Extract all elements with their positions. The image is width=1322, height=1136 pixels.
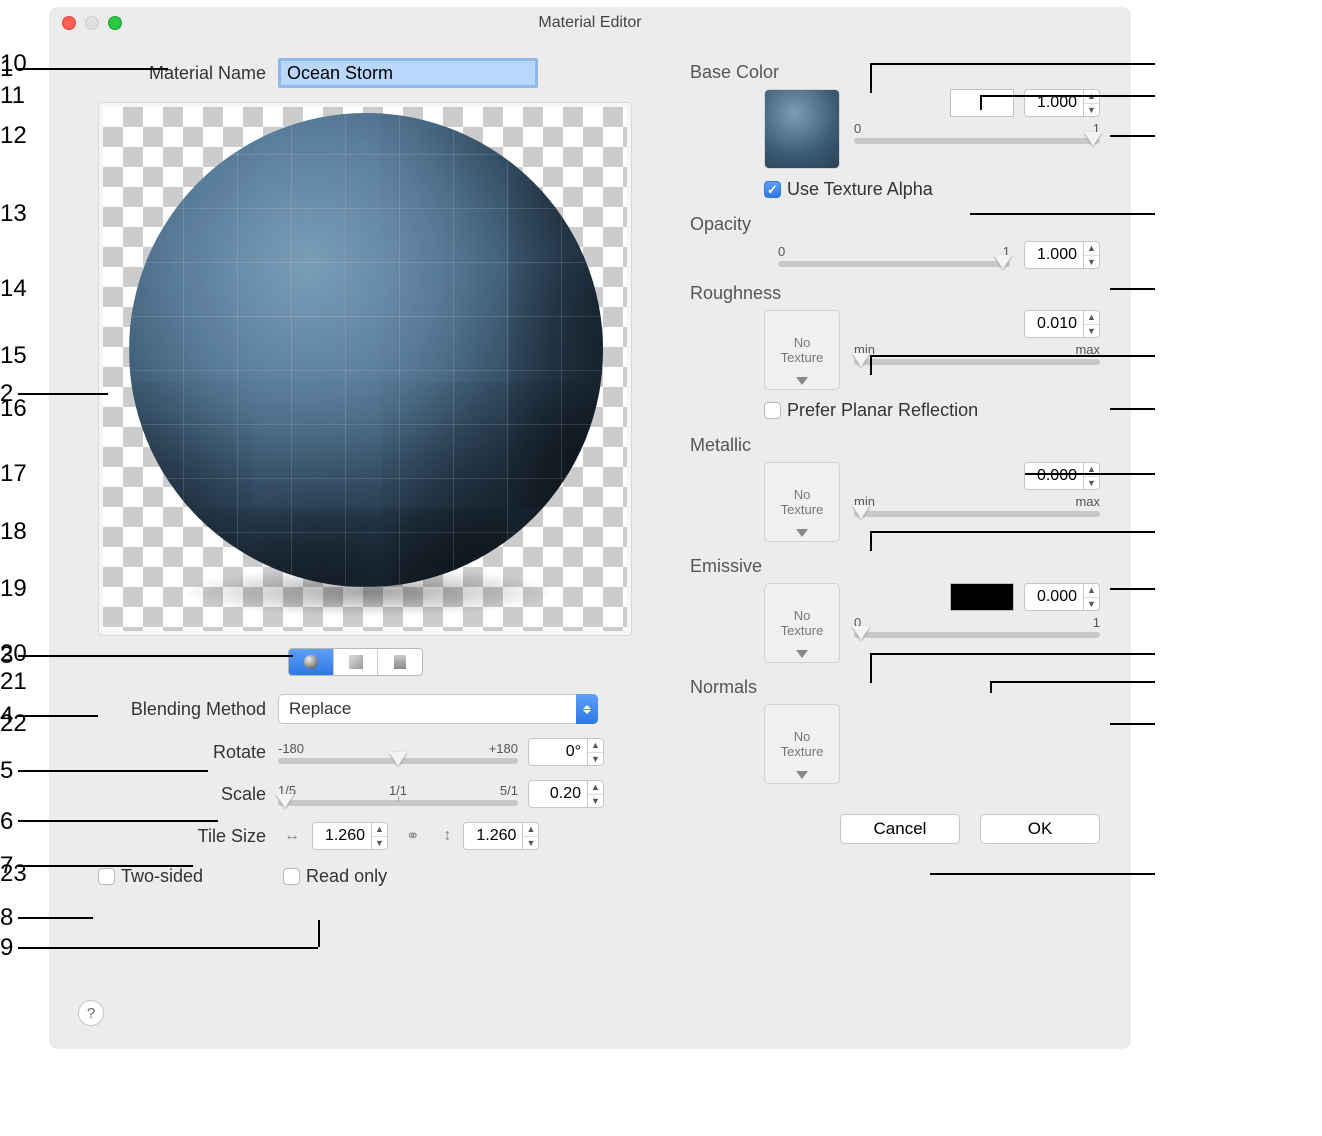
callout-9: 9 bbox=[0, 934, 13, 962]
left-panel: Material Name Blending Method Replace Ro… bbox=[78, 58, 638, 901]
tile-y-stepper[interactable]: ▲▼ bbox=[523, 822, 539, 850]
sphere-icon bbox=[304, 655, 318, 669]
roughness-label: Roughness bbox=[690, 283, 1100, 304]
callout-16: 16 bbox=[0, 395, 27, 423]
emissive-value-field[interactable]: ▲▼ bbox=[1024, 583, 1100, 611]
titlebar: Material Editor bbox=[50, 8, 1130, 38]
chevron-updown-icon bbox=[576, 694, 598, 724]
chevron-down-icon bbox=[796, 650, 808, 658]
scale-slider[interactable]: 1/51/15/1 bbox=[278, 783, 518, 806]
rotate-field[interactable]: ▲▼ bbox=[528, 738, 604, 766]
metallic-label: Metallic bbox=[690, 435, 1100, 456]
callout-17: 17 bbox=[0, 460, 27, 488]
cylinder-icon bbox=[394, 655, 406, 669]
material-name-input[interactable] bbox=[278, 58, 538, 88]
emissive-slider[interactable]: 01 bbox=[854, 615, 1100, 638]
two-sided-checkbox[interactable] bbox=[98, 868, 115, 885]
normals-texture[interactable]: NoTexture bbox=[764, 704, 840, 784]
callout-5: 5 bbox=[0, 757, 13, 785]
rotate-slider[interactable]: -180+180 bbox=[278, 741, 518, 764]
callout-10: 10 bbox=[0, 50, 27, 78]
callout-21: 21 bbox=[0, 668, 27, 696]
callout-18: 18 bbox=[0, 518, 27, 546]
tile-label: Tile Size bbox=[78, 826, 278, 847]
material-editor-window: Material Editor Material Name Blending M… bbox=[50, 8, 1130, 1048]
window-title: Material Editor bbox=[538, 14, 641, 31]
scale-stepper[interactable]: ▲▼ bbox=[588, 780, 604, 808]
traffic-lights bbox=[62, 16, 122, 30]
prefer-planar-label: Prefer Planar Reflection bbox=[787, 400, 978, 421]
preview-sphere bbox=[129, 113, 603, 587]
callout-6: 6 bbox=[0, 808, 13, 836]
preview-cylinder-button[interactable] bbox=[378, 649, 422, 675]
read-only-checkbox[interactable] bbox=[283, 868, 300, 885]
horizontal-arrow-icon: ↔ bbox=[278, 827, 306, 845]
callout-20: 20 bbox=[0, 640, 27, 668]
chevron-down-icon bbox=[796, 377, 808, 385]
tile-y-field[interactable]: ▲▼ bbox=[463, 822, 539, 850]
preview-sphere-button[interactable] bbox=[289, 649, 334, 675]
two-sided-label: Two-sided bbox=[121, 866, 203, 887]
tile-x-stepper[interactable]: ▲▼ bbox=[372, 822, 388, 850]
use-texture-alpha-checkbox[interactable] bbox=[764, 181, 781, 198]
prefer-planar-checkbox[interactable] bbox=[764, 402, 781, 419]
base-color-value-field[interactable]: ▲▼ bbox=[1024, 89, 1100, 117]
vertical-arrow-icon: ↕ bbox=[437, 827, 457, 845]
roughness-texture[interactable]: NoTexture bbox=[764, 310, 840, 390]
callout-11: 11 bbox=[0, 82, 25, 110]
read-only-label: Read only bbox=[306, 866, 387, 887]
callout-15: 15 bbox=[0, 342, 27, 370]
minimize-icon[interactable] bbox=[85, 16, 99, 30]
callout-8: 8 bbox=[0, 904, 13, 932]
preview-cube-button[interactable] bbox=[334, 649, 379, 675]
opacity-label: Opacity bbox=[690, 214, 1100, 235]
zoom-icon[interactable] bbox=[108, 16, 122, 30]
emissive-label: Emissive bbox=[690, 556, 1100, 577]
chevron-down-icon bbox=[796, 771, 808, 779]
preview-shape-segmented bbox=[288, 648, 423, 676]
link-icon[interactable]: ⚭ bbox=[394, 826, 431, 846]
metallic-texture[interactable]: NoTexture bbox=[764, 462, 840, 542]
scale-field[interactable]: ▲▼ bbox=[528, 780, 604, 808]
emissive-texture[interactable]: NoTexture bbox=[764, 583, 840, 663]
callout-19: 19 bbox=[0, 575, 27, 603]
blending-select[interactable]: Replace bbox=[278, 694, 598, 724]
ok-button[interactable]: OK bbox=[980, 814, 1100, 844]
blending-value: Replace bbox=[278, 694, 598, 724]
right-panel: Base Color ▲▼ 01 Use Texture Alpha Opaci… bbox=[690, 48, 1100, 844]
base-color-label: Base Color bbox=[690, 62, 1100, 83]
metallic-slider[interactable]: minmax bbox=[854, 494, 1100, 517]
material-preview bbox=[98, 102, 632, 636]
rotate-label: Rotate bbox=[78, 742, 278, 763]
scale-label: Scale bbox=[78, 784, 278, 805]
material-name-label: Material Name bbox=[78, 63, 278, 84]
use-texture-alpha-label: Use Texture Alpha bbox=[787, 179, 933, 200]
callout-13: 13 bbox=[0, 200, 27, 228]
cancel-button[interactable]: Cancel bbox=[840, 814, 960, 844]
base-color-swatch[interactable] bbox=[950, 89, 1014, 117]
metallic-value-field[interactable]: ▲▼ bbox=[1024, 462, 1100, 490]
base-color-texture[interactable] bbox=[764, 89, 840, 169]
base-color-slider[interactable]: 01 bbox=[854, 121, 1100, 144]
chevron-down-icon bbox=[796, 529, 808, 537]
opacity-slider[interactable]: 01 bbox=[778, 244, 1010, 267]
roughness-slider[interactable]: minmax bbox=[854, 342, 1100, 365]
close-icon[interactable] bbox=[62, 16, 76, 30]
callout-12: 12 bbox=[0, 122, 27, 150]
emissive-color-swatch[interactable] bbox=[950, 583, 1014, 611]
roughness-value-field[interactable]: ▲▼ bbox=[1024, 310, 1100, 338]
callout-14: 14 bbox=[0, 275, 27, 303]
tile-x-field[interactable]: ▲▼ bbox=[312, 822, 388, 850]
opacity-value-field[interactable]: ▲▼ bbox=[1024, 241, 1100, 269]
rotate-stepper[interactable]: ▲▼ bbox=[588, 738, 604, 766]
help-button[interactable]: ? bbox=[78, 1000, 104, 1026]
blending-label: Blending Method bbox=[78, 699, 278, 720]
cube-icon bbox=[349, 655, 363, 669]
